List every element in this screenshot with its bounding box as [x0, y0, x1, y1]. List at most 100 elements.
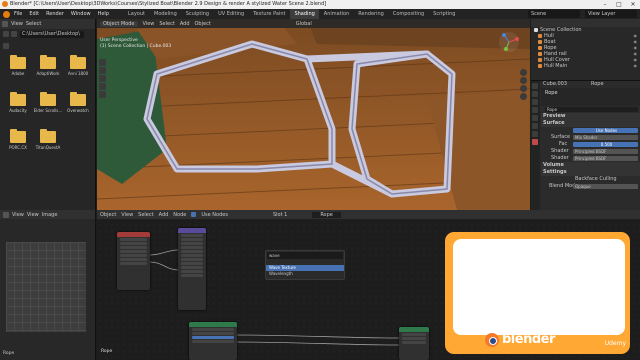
folder-label: PORC.CX — [9, 145, 27, 150]
tab-shading[interactable]: Shading — [290, 9, 319, 19]
bookmarks-icon[interactable] — [3, 43, 9, 49]
folder-item[interactable]: TitanQuestA — [33, 129, 63, 150]
rotate-tool-icon[interactable] — [99, 83, 106, 90]
node-socket — [181, 238, 203, 241]
material-output-node[interactable] — [399, 327, 429, 360]
principled-bsdf-node[interactable] — [189, 322, 237, 360]
material-tab-icon[interactable] — [532, 139, 538, 145]
move-tool-icon[interactable] — [99, 75, 106, 82]
scene-selector[interactable]: Scene — [528, 10, 580, 18]
zoom-icon[interactable] — [520, 69, 527, 76]
node-search-input[interactable]: wave — [267, 252, 343, 259]
fac-slider[interactable]: 0.500 — [573, 142, 638, 147]
navigation-gizmo-icon[interactable] — [498, 31, 520, 53]
output-tab-icon[interactable] — [532, 99, 538, 105]
tab-uv-editing[interactable]: UV Editing — [214, 9, 248, 19]
folder-item[interactable]: Adobe — [3, 55, 33, 76]
settings-section[interactable]: Settings — [541, 169, 640, 176]
blend-mode-dropdown[interactable]: Opaque — [573, 184, 638, 189]
render-tab-icon[interactable] — [532, 91, 538, 97]
fb-menu-select[interactable]: Select — [26, 21, 41, 27]
menu-edit[interactable]: Edit — [29, 11, 39, 17]
object-tab-icon[interactable] — [532, 123, 538, 129]
minimize-button[interactable]: – — [598, 0, 612, 9]
view-layer-selector[interactable]: View Layer — [585, 10, 637, 18]
folder-icon — [10, 92, 26, 106]
folder-item[interactable]: Audacity — [3, 92, 33, 113]
camera-icon[interactable] — [520, 85, 527, 92]
maximize-button[interactable]: □ — [612, 0, 626, 9]
ie-menu-view[interactable]: View — [12, 212, 24, 218]
path-field[interactable]: C:\Users\User\Desktop\ — [20, 31, 84, 38]
tab-texture-paint[interactable]: Texture Paint — [249, 9, 289, 19]
forward-icon[interactable] — [11, 31, 17, 37]
window-titlebar: Blender* [C:\Users\User\Desktop\3DWorks\… — [0, 0, 640, 9]
object-icon — [538, 40, 542, 44]
fb-menu-view[interactable]: View — [11, 21, 23, 27]
world-tab-icon[interactable] — [532, 115, 538, 121]
volume-section[interactable]: Volume — [541, 162, 640, 169]
folder-item[interactable]: AdaptiWork — [33, 55, 63, 76]
surface-section[interactable]: Surface — [541, 120, 640, 127]
menu-help[interactable]: Help — [98, 11, 109, 17]
shader1-field[interactable]: Principled BSDF — [573, 149, 638, 154]
tool-tab-icon[interactable] — [532, 83, 538, 89]
backface-culling-checkbox[interactable]: Backface Culling — [543, 176, 617, 182]
blender-menu-icon[interactable] — [3, 10, 10, 18]
image-canvas[interactable] — [6, 242, 86, 332]
file-browser-header: View Select — [0, 19, 95, 29]
vp-menu-view[interactable]: View — [143, 21, 155, 27]
editor-type-icon[interactable] — [2, 21, 8, 27]
folder-item[interactable]: Anni 1800 — [63, 55, 93, 76]
backface-row[interactable]: Backface Culling — [541, 176, 640, 183]
outliner-row[interactable]: Hull Main ◉ — [531, 63, 640, 69]
editor-type-icon[interactable] — [3, 211, 9, 218]
tab-animation[interactable]: Animation — [320, 9, 354, 19]
folder-item[interactable]: Elder Scrolls... — [33, 92, 63, 113]
folder-item[interactable]: Overwatch — [63, 92, 93, 113]
select-tool-icon[interactable] — [99, 59, 106, 66]
menu-file[interactable]: File — [14, 11, 22, 17]
outliner-header — [531, 19, 640, 27]
use-nodes-row: Use Nodes — [541, 127, 640, 134]
scene-tab-icon[interactable] — [532, 107, 538, 113]
object-mode-dropdown[interactable]: Object Mode — [100, 20, 138, 27]
menu-window[interactable]: Window — [71, 11, 91, 17]
back-icon[interactable] — [3, 31, 9, 37]
visibility-icon[interactable]: ◉ — [634, 63, 638, 69]
ie-menu-view2[interactable]: View — [27, 212, 39, 218]
tab-modeling[interactable]: Modeling — [150, 9, 181, 19]
folder-item[interactable]: PORC.CX — [3, 129, 33, 150]
object-icon — [538, 52, 542, 56]
material-slot-list[interactable]: Rope — [541, 88, 640, 106]
search-result-item[interactable]: Wavelength — [266, 271, 344, 277]
grid-icon[interactable] — [520, 93, 527, 100]
ie-menu-image[interactable]: Image — [42, 212, 58, 218]
transform-orientation[interactable]: Global — [296, 21, 312, 27]
preview-section[interactable]: Preview — [541, 113, 640, 120]
vp-menu-object[interactable]: Object — [195, 21, 211, 27]
cursor-tool-icon[interactable] — [99, 67, 106, 74]
use-nodes-button[interactable]: Use Nodes — [573, 128, 638, 133]
tab-layout[interactable]: Layout — [124, 9, 149, 19]
shader2-field[interactable]: Principled BSDF — [573, 156, 638, 161]
3d-viewport[interactable]: Object Mode View Select Add Object Globa… — [97, 19, 530, 210]
pan-icon[interactable] — [520, 77, 527, 84]
tab-rendering[interactable]: Rendering — [354, 9, 388, 19]
folder-label: Elder Scrolls... — [33, 108, 63, 113]
tab-scripting[interactable]: Scripting — [429, 9, 459, 19]
scale-tool-icon[interactable] — [99, 91, 106, 98]
mapping-node[interactable] — [178, 228, 206, 310]
material-slot-item[interactable]: Rope — [545, 90, 558, 97]
tab-sculpting[interactable]: Sculpting — [182, 9, 213, 19]
modifier-tab-icon[interactable] — [532, 131, 538, 137]
tab-compositing[interactable]: Compositing — [389, 9, 428, 19]
material-name-field[interactable]: Rope — [545, 107, 638, 112]
node-socket — [181, 254, 203, 257]
texture-coordinate-node[interactable] — [117, 232, 150, 290]
vp-menu-add[interactable]: Add — [180, 21, 190, 27]
menu-render[interactable]: Render — [46, 11, 64, 17]
close-button[interactable]: ✕ — [626, 0, 640, 9]
vp-menu-select[interactable]: Select — [159, 21, 174, 27]
surface-shader-field[interactable]: Mix Shader — [573, 135, 638, 140]
